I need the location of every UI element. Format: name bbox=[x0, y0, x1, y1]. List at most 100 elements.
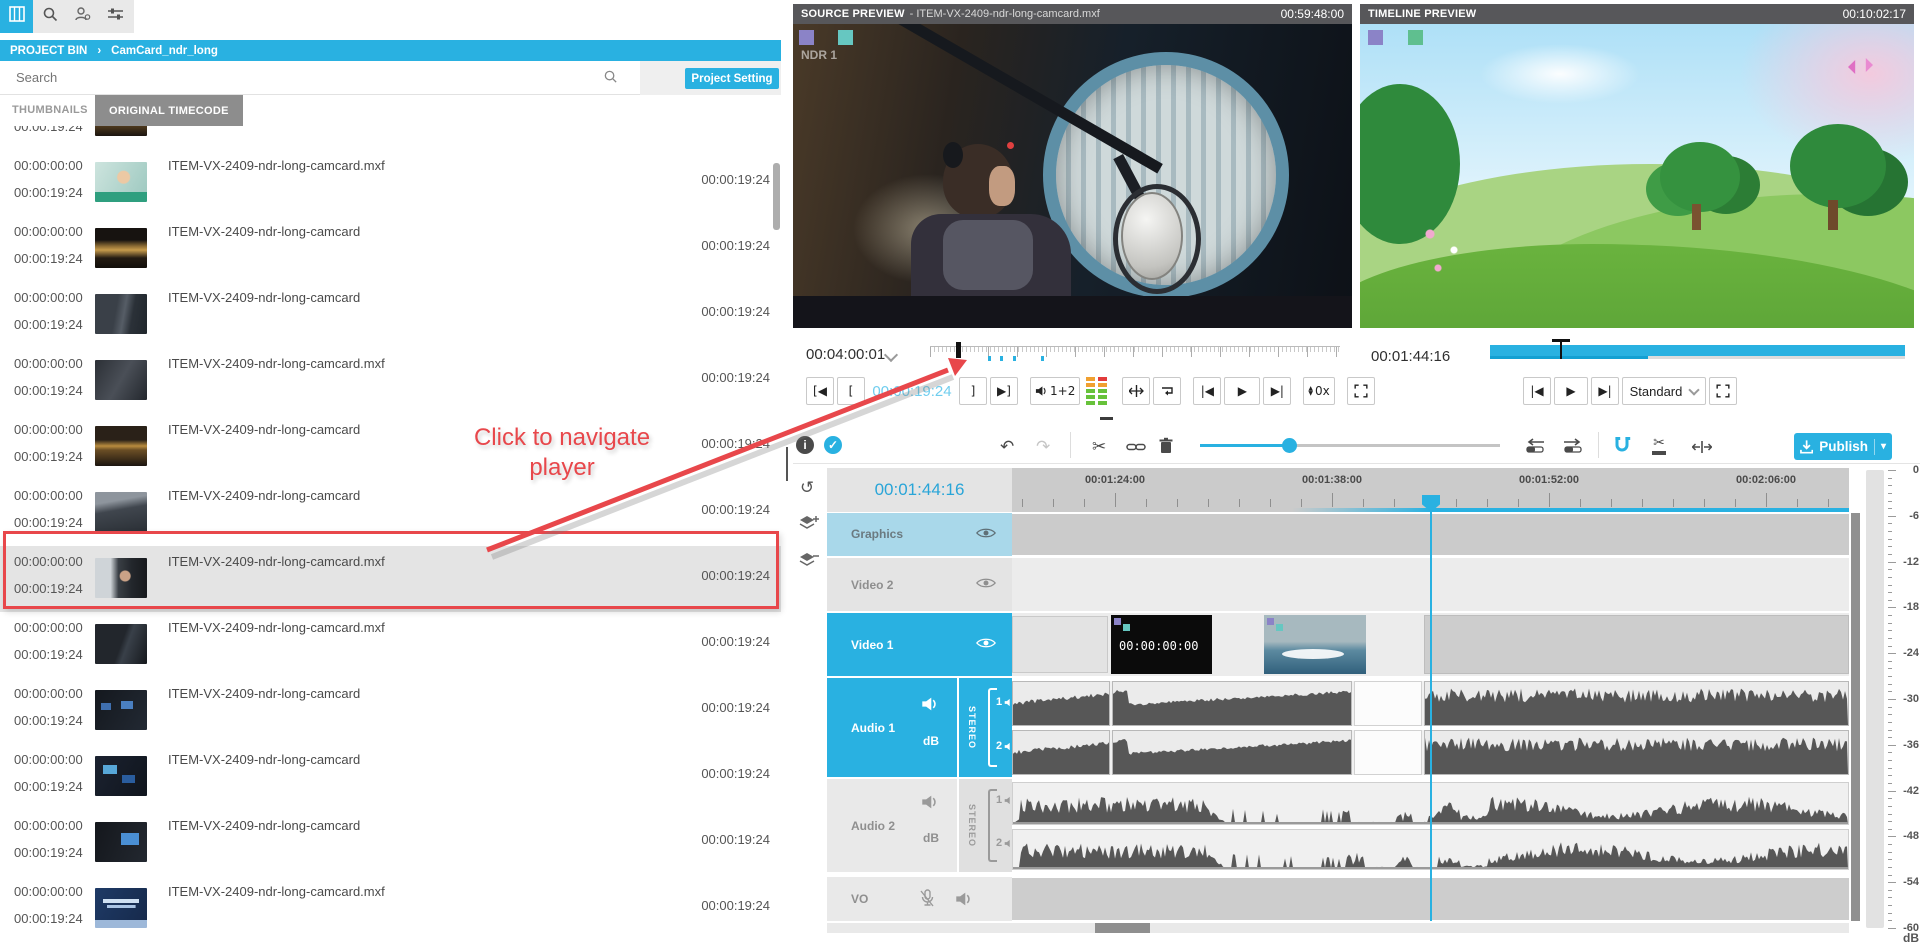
undo-button[interactable]: ↶ bbox=[1000, 437, 1014, 457]
clip-thumbnail[interactable] bbox=[95, 126, 147, 136]
source-scrubber[interactable] bbox=[930, 346, 1340, 361]
timeline-progress-bar[interactable] bbox=[1490, 345, 1905, 356]
clip-thumbnail[interactable] bbox=[95, 690, 147, 730]
remove-track-button[interactable] bbox=[798, 551, 820, 574]
search-input[interactable] bbox=[14, 69, 578, 86]
track-header-graphics[interactable]: Graphics bbox=[827, 513, 1012, 556]
settings-tool-button[interactable] bbox=[99, 0, 132, 33]
project-bin-button[interactable] bbox=[0, 0, 33, 33]
audio-clip-empty[interactable] bbox=[1354, 681, 1422, 726]
list-item[interactable]: 00:00:00:0000:00:19:24ITEM-VX-2409-ndr-l… bbox=[0, 744, 781, 810]
list-item[interactable]: 00:00:00:0000:00:19:24ITEM-VX-2409-ndr-l… bbox=[0, 216, 781, 282]
quality-select[interactable]: Standard bbox=[1622, 377, 1706, 405]
source-video[interactable]: NDR 1 bbox=[793, 24, 1352, 328]
timeline-drag-handle[interactable] bbox=[786, 447, 788, 481]
mic-muted-icon[interactable] bbox=[919, 889, 935, 914]
mark-out-button[interactable]: ] bbox=[959, 377, 987, 405]
list-item[interactable]: 00:00:00:0000:00:19:24ITEM-VX-2409-ndr-l… bbox=[0, 348, 781, 414]
audio-clip[interactable] bbox=[1112, 681, 1352, 726]
approve-button[interactable]: ✓ bbox=[824, 436, 842, 454]
timeline-hscrollbar-thumb[interactable] bbox=[1095, 923, 1150, 933]
project-setting-button[interactable]: Project Setting bbox=[685, 68, 779, 89]
redo-button[interactable]: ↷ bbox=[1036, 437, 1050, 457]
zoom-slider-track[interactable] bbox=[1200, 444, 1500, 447]
audio-clip[interactable] bbox=[1012, 730, 1110, 775]
cut-button[interactable]: ✂ bbox=[1092, 437, 1106, 457]
video-clip-black[interactable]: 00:00:00:00 bbox=[1111, 615, 1212, 674]
next-frame-button[interactable]: ▶| bbox=[1263, 377, 1291, 405]
source-current-timecode[interactable]: 00:04:00:01 bbox=[806, 346, 885, 363]
mark-in-button[interactable]: [ bbox=[837, 377, 865, 405]
clip-thumbnail[interactable] bbox=[95, 228, 147, 268]
speaker-icon[interactable] bbox=[921, 696, 939, 717]
play-button[interactable]: ▶ bbox=[1224, 377, 1260, 405]
clip-thumbnail[interactable] bbox=[95, 360, 147, 400]
eye-icon[interactable] bbox=[976, 636, 996, 654]
db-label[interactable]: dB bbox=[923, 831, 939, 845]
eye-icon[interactable] bbox=[976, 526, 996, 544]
timeline-video[interactable] bbox=[1360, 24, 1914, 328]
progress-playhead[interactable] bbox=[1560, 339, 1562, 359]
tl-prev-frame-button[interactable]: |◀ bbox=[1523, 377, 1551, 405]
ripple-left-button[interactable] bbox=[1524, 438, 1546, 459]
eye-icon[interactable] bbox=[976, 576, 996, 594]
audio-clip[interactable] bbox=[1424, 730, 1849, 775]
list-item[interactable]: 00:00:00:0000:00:19:24ITEM-VX-2409-ndr-l… bbox=[0, 126, 781, 150]
delete-button[interactable] bbox=[1158, 437, 1174, 460]
clip-thumbnail[interactable] bbox=[95, 822, 147, 862]
list-item[interactable]: 00:00:00:0000:00:19:24ITEM-VX-2409-ndr-l… bbox=[0, 612, 781, 678]
audio-clip[interactable] bbox=[1012, 681, 1110, 726]
add-track-button[interactable] bbox=[798, 514, 820, 537]
audio-clip-empty[interactable] bbox=[1354, 730, 1422, 775]
track-header-audio1[interactable]: Audio 1 dB bbox=[827, 678, 957, 777]
loop-button[interactable] bbox=[1153, 377, 1181, 405]
track-header-video2[interactable]: Video 2 bbox=[827, 558, 1012, 611]
breadcrumb-root[interactable]: PROJECT BIN bbox=[10, 45, 87, 57]
prev-frame-button[interactable]: |◀ bbox=[1193, 377, 1221, 405]
link-clips-button[interactable] bbox=[1126, 440, 1146, 459]
razor-all-button[interactable]: ✂ bbox=[1652, 434, 1666, 455]
goto-out-button[interactable]: ▶] bbox=[990, 377, 1018, 405]
chevron-down-icon[interactable] bbox=[884, 348, 898, 362]
tl-play-button[interactable]: ▶ bbox=[1554, 377, 1588, 405]
speaker-icon[interactable] bbox=[955, 891, 973, 912]
timeline-vscrollbar[interactable] bbox=[1851, 513, 1860, 921]
source-playhead[interactable] bbox=[956, 342, 961, 358]
tl-next-frame-button[interactable]: ▶| bbox=[1591, 377, 1619, 405]
fit-width-button[interactable] bbox=[1122, 377, 1150, 405]
clip-thumbnail[interactable] bbox=[95, 492, 147, 532]
list-item[interactable]: 00:00:00:0000:00:19:24ITEM-VX-2409-ndr-l… bbox=[0, 876, 781, 942]
clip-thumbnail[interactable] bbox=[95, 162, 147, 202]
list-item[interactable]: 00:00:00:0000:00:19:24ITEM-VX-2409-ndr-l… bbox=[0, 150, 781, 216]
info-button[interactable]: i bbox=[796, 436, 814, 454]
track-header-audio2[interactable]: Audio 2 dB bbox=[827, 779, 957, 872]
speaker-icon[interactable] bbox=[921, 794, 939, 815]
clip-thumbnail[interactable] bbox=[95, 294, 147, 334]
list-item[interactable]: 00:00:00:0000:00:19:24ITEM-VX-2409-ndr-l… bbox=[0, 810, 781, 876]
fullscreen-button[interactable] bbox=[1347, 377, 1375, 405]
goto-in-button[interactable]: [◀ bbox=[806, 377, 834, 405]
trim-mode-button[interactable] bbox=[1692, 440, 1712, 459]
snap-button[interactable] bbox=[1612, 435, 1632, 460]
tab-thumbnails[interactable]: THUMBNAILS bbox=[12, 104, 88, 116]
video-clip[interactable] bbox=[1012, 616, 1108, 673]
pane-resize-handle[interactable] bbox=[1100, 417, 1113, 420]
track-header-vo[interactable]: VO bbox=[827, 877, 1012, 921]
list-item[interactable]: 00:00:00:0000:00:19:24ITEM-VX-2409-ndr-l… bbox=[0, 282, 781, 348]
audio-meter-icon[interactable] bbox=[1083, 377, 1110, 405]
clip-thumbnail[interactable] bbox=[95, 624, 147, 664]
tab-original-timecode[interactable]: ORIGINAL TIMECODE bbox=[95, 95, 243, 126]
video-clip-gray[interactable] bbox=[1424, 615, 1849, 674]
list-item[interactable]: 00:00:00:0000:00:19:24ITEM-VX-2409-ndr-l… bbox=[0, 678, 781, 744]
tl-fullscreen-button[interactable] bbox=[1709, 377, 1737, 405]
reset-zoom-button[interactable]: ↺ bbox=[800, 478, 814, 498]
clip-thumbnail[interactable] bbox=[95, 888, 147, 928]
clip-thumbnail[interactable] bbox=[95, 426, 147, 466]
audio-channels-button[interactable]: 1+2 bbox=[1030, 377, 1080, 405]
timeline-hscrollbar-track[interactable] bbox=[827, 923, 1849, 933]
voiceover-tool-button[interactable] bbox=[66, 0, 99, 33]
zoom-slider-thumb[interactable] bbox=[1282, 438, 1297, 453]
ripple-right-button[interactable] bbox=[1562, 438, 1584, 459]
audio-clip[interactable] bbox=[1112, 730, 1352, 775]
audio-clip[interactable] bbox=[1424, 681, 1849, 726]
